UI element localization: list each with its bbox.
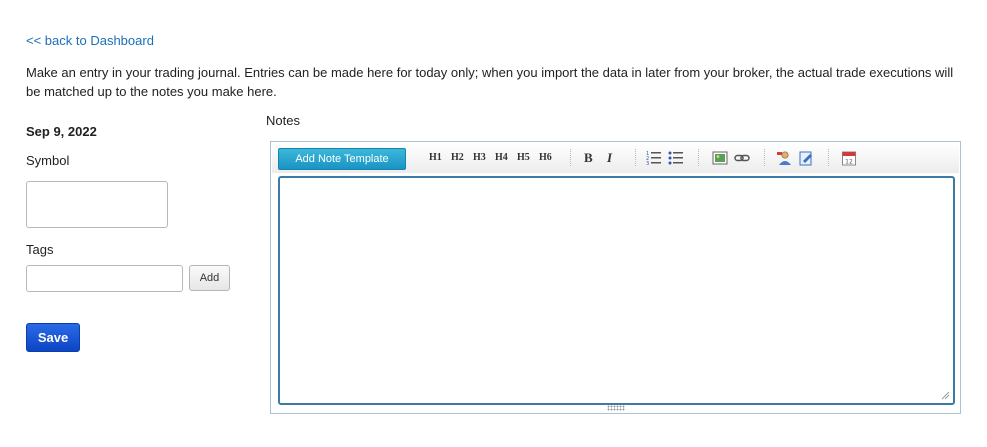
toolbar-separator	[570, 149, 571, 167]
symbol-input[interactable]	[26, 181, 168, 228]
entry-date: Sep 9, 2022	[26, 124, 97, 139]
heading-6-button[interactable]: H6	[539, 150, 552, 166]
edit-document-icon[interactable]	[798, 150, 814, 166]
tags-label: Tags	[26, 242, 54, 257]
add-tag-button[interactable]: Add	[189, 265, 230, 291]
heading-4-button[interactable]: H4	[495, 150, 508, 166]
heading-1-button[interactable]: H1	[429, 150, 442, 166]
resize-handle-icon[interactable]	[940, 390, 950, 400]
editor-toolbar: Add Note Template H1 H2 H3 H4 H5 H6 B I …	[272, 143, 959, 173]
add-note-template-button[interactable]: Add Note Template	[278, 148, 406, 170]
toolbar-separator	[764, 149, 765, 167]
bold-button[interactable]: B	[584, 150, 593, 166]
notes-editor: Add Note Template H1 H2 H3 H4 H5 H6 B I …	[270, 141, 961, 414]
symbol-label: Symbol	[26, 153, 70, 168]
heading-3-button[interactable]: H3	[473, 150, 486, 166]
save-button[interactable]: Save	[26, 323, 80, 352]
tags-input[interactable]	[26, 265, 183, 292]
editor-resize-grip[interactable]	[607, 405, 625, 411]
back-to-dashboard-link[interactable]: << back to Dashboard	[26, 33, 154, 48]
intro-text: Make an entry in your trading journal. E…	[26, 65, 954, 99]
calendar-day-label: 12	[845, 159, 853, 166]
image-icon[interactable]	[712, 150, 728, 166]
calendar-icon[interactable]: 12	[841, 150, 857, 166]
heading-2-button[interactable]: H2	[451, 150, 464, 166]
heading-5-button[interactable]: H5	[517, 150, 530, 166]
notes-textarea[interactable]	[278, 176, 955, 405]
notes-label: Notes	[266, 113, 300, 128]
toolbar-separator	[698, 149, 699, 167]
svg-text:3: 3	[646, 161, 649, 166]
toolbar-separator	[828, 149, 829, 167]
link-icon[interactable]	[734, 150, 750, 166]
ordered-list-icon[interactable]: 1 2 3	[646, 150, 662, 166]
unordered-list-icon[interactable]	[668, 150, 684, 166]
user-icon[interactable]	[776, 150, 792, 166]
toolbar-separator	[635, 149, 636, 167]
italic-button[interactable]: I	[607, 150, 612, 166]
